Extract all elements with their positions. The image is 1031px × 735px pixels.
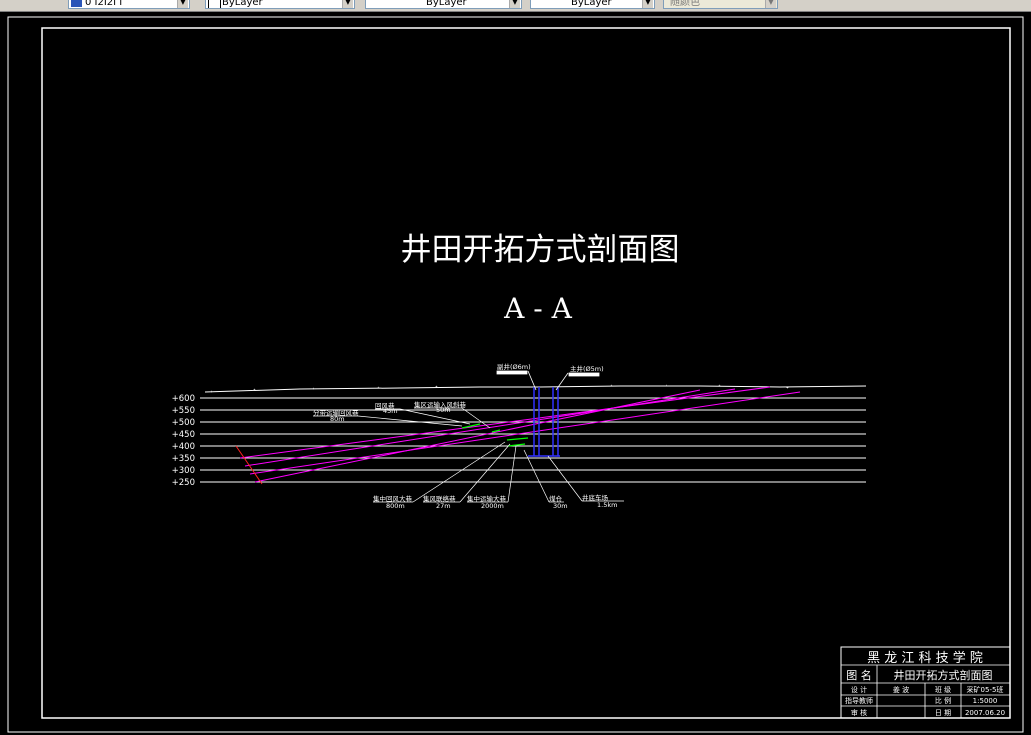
bottom-sublabel: 30m bbox=[553, 502, 568, 510]
properties-toolbar: 0 I2I2I I ▼ ByLayer ▼ ByLayer ▼ ByLayer … bbox=[0, 0, 1031, 12]
chevron-down-icon[interactable]: ▼ bbox=[642, 0, 653, 8]
scale-label: 比 例 bbox=[935, 696, 951, 705]
elevation-label: +300 bbox=[172, 466, 195, 476]
title-block: 黑 龙 江 科 技 学 院 图 名 井田开拓方式剖面图 设 计 姜 波 班 级 … bbox=[840, 646, 1011, 719]
lineweight-dropdown[interactable]: ByLayer ▼ bbox=[530, 0, 655, 9]
linetype-value: ByLayer bbox=[426, 0, 467, 8]
name-value: 井田开拓方式剖面图 bbox=[894, 668, 993, 682]
svg-text:ᐩ: ᐩ bbox=[312, 386, 315, 394]
review-label: 审 核 bbox=[851, 708, 867, 717]
color-dropdown[interactable]: ByLayer ▼ bbox=[205, 0, 355, 9]
svg-text:ᐩ: ᐩ bbox=[610, 383, 613, 391]
svg-text:ᐩ: ᐩ bbox=[718, 383, 721, 391]
section-label: A - A bbox=[503, 292, 572, 325]
bottom-sublabel: 27m bbox=[436, 502, 451, 510]
svg-text:ᐩ: ᐩ bbox=[786, 385, 789, 393]
chevron-down-icon[interactable]: ▼ bbox=[177, 0, 188, 8]
chevron-down-icon[interactable]: ▼ bbox=[765, 0, 776, 8]
name-label: 图 名 bbox=[846, 668, 872, 682]
svg-text:ᐩ: ᐩ bbox=[435, 384, 438, 392]
fault-line bbox=[235, 445, 263, 485]
aux-shaft-label: 副井(Ø6m) bbox=[497, 362, 531, 371]
linetype-dropdown[interactable]: ByLayer ▼ bbox=[365, 0, 522, 9]
plotstyle-dropdown[interactable]: 随颜色 ▼ bbox=[663, 0, 778, 9]
bottom-sublabel: 1.5km bbox=[597, 501, 617, 509]
teacher-label: 指导教师 bbox=[845, 696, 873, 705]
elevation-label: +250 bbox=[172, 478, 195, 488]
elevation-label: +600 bbox=[172, 394, 195, 404]
school-name: 黑 龙 江 科 技 学 院 bbox=[867, 650, 983, 666]
layer-value: 0 I2I2I I bbox=[85, 0, 123, 8]
layer-dropdown[interactable]: 0 I2I2I I ▼ bbox=[68, 0, 190, 9]
class-label: 班 级 bbox=[935, 685, 951, 694]
upper-sublabel: 50m bbox=[436, 406, 451, 414]
drawing-svg: 井田开拓方式剖面图 A - A +600 +550 +500 +450 +400… bbox=[7, 16, 1024, 733]
svg-text:ᐩ: ᐩ bbox=[665, 383, 668, 391]
bottom-sublabel: 2000m bbox=[481, 502, 504, 510]
elevation-label: +450 bbox=[172, 430, 195, 440]
class-value: 采矿05-5班 bbox=[967, 685, 1004, 694]
plotstyle-value: 随颜色 bbox=[670, 0, 700, 8]
bottom-sublabel: 800m bbox=[386, 502, 405, 510]
upper-sublabel: 45m bbox=[383, 407, 398, 415]
elevation-labels: +600 +550 +500 +450 +400 +350 +300 +250 bbox=[172, 394, 195, 488]
layer-icon bbox=[71, 0, 82, 7]
design-value: 姜 波 bbox=[893, 685, 909, 694]
date-value: 2007.06.20 bbox=[965, 709, 1005, 717]
scale-value: 1:5000 bbox=[973, 697, 998, 705]
bottom-leaders bbox=[373, 441, 624, 503]
chevron-down-icon[interactable]: ▼ bbox=[509, 0, 520, 8]
color-swatch-icon bbox=[208, 0, 221, 8]
design-label: 设 计 bbox=[851, 685, 867, 694]
color-value: ByLayer bbox=[222, 0, 263, 8]
surface-symbols: ᐩ ᐩ ᐩ ᐩ ᐩ ᐩ ᐩ ᐩ ᐩ bbox=[210, 383, 789, 397]
outer-frame bbox=[7, 16, 1024, 733]
bottom-labels: 集中回风大巷 800m 集风联络巷 27m 集中运输大巷 2000m 煤仓 30… bbox=[373, 493, 617, 510]
chevron-down-icon[interactable]: ▼ bbox=[342, 0, 353, 8]
svg-text:ᐩ: ᐩ bbox=[377, 385, 380, 393]
elevation-label: +500 bbox=[172, 418, 195, 428]
drawing-title: 井田开拓方式剖面图 bbox=[401, 232, 680, 268]
elevation-label: +350 bbox=[172, 454, 195, 464]
elevation-label: +550 bbox=[172, 406, 195, 416]
svg-text:ᐩ: ᐩ bbox=[253, 387, 256, 395]
main-shaft-label: 主井(Ø5m) bbox=[570, 364, 604, 373]
drawing-canvas[interactable]: 井田开拓方式剖面图 A - A +600 +550 +500 +450 +400… bbox=[0, 12, 1031, 735]
elevation-label: +400 bbox=[172, 442, 195, 452]
date-label: 日 期 bbox=[935, 709, 951, 717]
lineweight-value: ByLayer bbox=[571, 0, 612, 8]
upper-labels: 回风巷 集区运输入风斜巷 分带运输回风巷 45m 50m 80m bbox=[313, 400, 467, 423]
svg-text:ᐩ: ᐩ bbox=[210, 389, 213, 397]
